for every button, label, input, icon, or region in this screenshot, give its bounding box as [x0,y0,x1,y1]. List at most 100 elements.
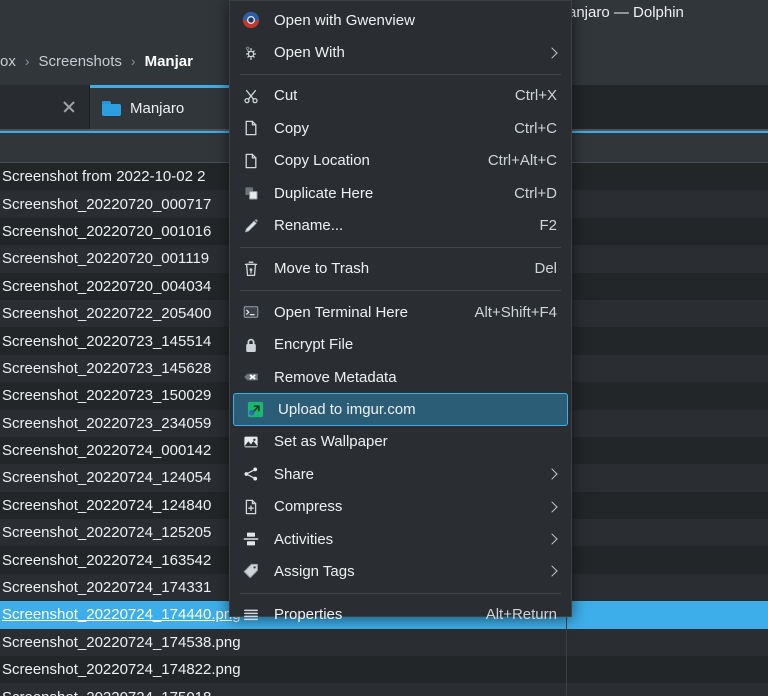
menu-item-set-as-wallpaper[interactable]: Set as Wallpaper [230,426,571,458]
menu-item-copy[interactable]: Copy Ctrl+C [230,112,571,144]
menu-item-assign-tags[interactable]: Assign Tags [230,555,571,587]
chevron-right-icon [547,469,557,479]
menu-item-label: Cut [274,87,298,105]
file-name: Screenshot_20220724_124054 [2,469,212,487]
menu-item-label: Open with Gwenview [274,11,415,29]
menu-item-copy-location[interactable]: Copy Location Ctrl+Alt+C [230,145,571,177]
menu-item-label: Duplicate Here [274,184,374,202]
menu-item-label: Rename... [274,217,344,235]
menu-separator [240,290,561,292]
imgur-icon [244,398,266,420]
file-row[interactable]: Screenshot_20220724_174538.png [0,628,768,657]
copy-icon [240,117,262,139]
menu-item-remove-metadata[interactable]: Remove Metadata [230,361,571,393]
chevron-right-icon [547,534,557,544]
tab-label: Manjaro [130,100,185,117]
terminal-icon [240,301,262,323]
copy-icon [240,150,262,172]
file-name: Screenshot_20220720_001016 [2,222,212,240]
folder-icon [102,101,121,116]
breadcrumb-separator: › [24,53,30,69]
file-name: Screenshot_20220720_004034 [2,277,212,295]
menu-item-label: Copy Location [274,152,370,170]
file-name: Screenshot_20220720_000717 [2,195,212,213]
menu-item-label: Open Terminal Here [274,303,408,321]
gear-icon [240,42,262,64]
menu-item-label: Copy [274,119,310,137]
menu-item-rename[interactable]: Rename... F2 [230,209,571,241]
menu-separator [240,246,561,248]
menu-item-label: Compress [274,498,343,516]
file-name: Screenshot_20220724_174538.png [2,633,241,651]
menu-item-activities[interactable]: Activities [230,523,571,555]
menu-item-open-terminal-here[interactable]: Open Terminal Here Alt+Shift+F4 [230,296,571,328]
breadcrumb-item[interactable]: Manjar [145,53,193,70]
file-name: Screenshot from 2022-10-02 2 [2,168,206,186]
menu-item-label: Assign Tags [274,562,355,580]
chevron-right-icon [547,48,557,58]
file-name: Screenshot_20220724_125205 [2,524,212,542]
context-menu[interactable]: Open with Gwenview Open With Cut Ctrl+X Copy… [229,0,572,623]
breadcrumb-item[interactable]: Screenshots [39,53,122,70]
menu-item-label: Move to Trash [274,260,370,278]
file-name: Screenshot_20220724_124840 [2,496,212,514]
file-name: Screenshot_20220723_145628 [2,359,212,377]
duplicate-icon [240,182,262,204]
menu-item-encrypt-file[interactable]: Encrypt File [230,329,571,361]
menu-item-duplicate-here[interactable]: Duplicate Here Ctrl+D [230,177,571,209]
chevron-right-icon [547,502,557,512]
menu-item-compress[interactable]: Compress [230,490,571,522]
menu-item-upload-to-imgur-com[interactable]: Upload to imgur.com [233,393,568,426]
dolphin-window: anjaro — Dolphin ox › Screenshots › Manjar n… [0,0,768,696]
menu-item-share[interactable]: Share [230,458,571,490]
breadcrumb[interactable]: ox › Screenshots › Manjar [0,48,193,74]
menu-item-move-to-trash[interactable]: Move to Trash Del [230,253,571,285]
tab-downloads[interactable]: nloads [0,85,90,129]
wallpaper-icon [240,431,262,453]
file-name: Screenshot_20220723_234059 [2,414,212,432]
menu-item-label: Share [274,465,315,483]
menu-item-label: Activities [274,530,334,548]
file-name: Screenshot_20220720_001119 [2,250,210,268]
tag-icon [240,560,262,582]
file-name: Screenshot_20220724_174822.png [2,661,241,679]
file-name: Screenshot_20220723_150029 [2,387,212,405]
lock-icon [240,334,262,356]
file-name: Screenshot_20220724_175018 [2,689,211,696]
breadcrumb-separator: › [130,53,136,69]
menu-item-shortcut: Ctrl+C [514,119,557,137]
menu-item-open-with[interactable]: Open With [230,36,571,68]
properties-icon [240,604,262,626]
menu-item-label: Remove Metadata [274,368,397,386]
menu-item-shortcut: Alt+Shift+F4 [474,303,557,321]
file-name: Screenshot_20220724_163542 [2,551,212,569]
file-name: Screenshot_20220723_145514 [2,332,212,350]
file-row[interactable]: Screenshot_20220724_174822.png [0,656,768,684]
menu-item-cut[interactable]: Cut Ctrl+X [230,80,571,112]
compress-icon [240,496,262,518]
menu-separator [240,73,561,75]
menu-item-label: Open With [274,44,345,62]
menu-item-shortcut: Alt+Return [485,606,557,624]
menu-item-label: Upload to imgur.com [278,400,416,418]
breadcrumb-item[interactable]: ox [0,53,16,70]
window-title: anjaro — Dolphin [568,4,684,21]
file-name: Screenshot_20220724_174440.png [2,606,241,624]
menu-item-label: Encrypt File [274,336,354,354]
file-row[interactable]: Screenshot_20220724_175018 [0,683,768,696]
activities-icon [240,528,262,550]
menu-item-shortcut: Ctrl+Alt+C [487,152,557,170]
file-name: Screenshot_20220722_205400 [2,305,212,323]
menu-item-shortcut: Ctrl+X [514,87,557,105]
scissors-icon [240,85,262,107]
file-name: Screenshot_20220724_000142 [2,442,212,460]
file-name: Screenshot_20220724_174331 [2,579,212,597]
chevron-right-icon [547,566,557,576]
menu-item-open-with-gwenview[interactable]: Open with Gwenview [230,4,571,36]
menu-item-shortcut: F2 [539,217,557,235]
remove-metadata-icon [240,366,262,388]
menu-item-shortcut: Ctrl+D [514,184,557,202]
menu-item-properties[interactable]: Properties Alt+Return [230,599,571,631]
close-icon[interactable] [61,99,77,115]
menu-item-shortcut: Del [534,260,557,278]
